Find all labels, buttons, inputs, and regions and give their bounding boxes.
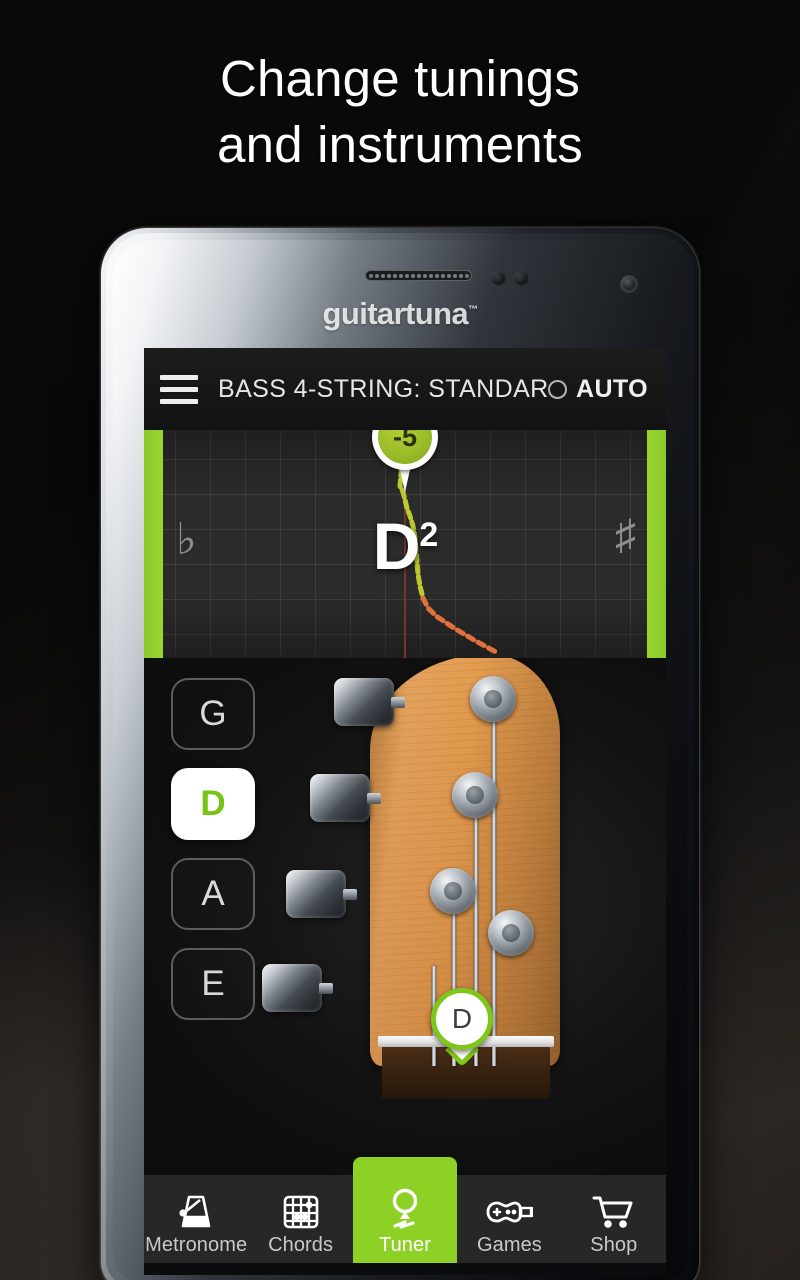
tuning-title[interactable]: BASS 4-STRING: STANDAR: [214, 375, 548, 404]
string-button-g-label: G: [199, 694, 227, 733]
nav-label-metronome: Metronome: [145, 1234, 248, 1256]
guitar-game-icon: [484, 1188, 534, 1232]
auto-label: AUTO: [576, 374, 648, 403]
nav-item-tuner[interactable]: Tuner: [352, 1157, 458, 1263]
tuner-pin-icon: [384, 1188, 426, 1232]
nav-item-games[interactable]: Games: [457, 1175, 561, 1263]
nav-item-chords[interactable]: Chords: [248, 1175, 352, 1263]
tuning-peg-3[interactable]: [430, 868, 476, 914]
headline-line-2: and instruments: [217, 116, 583, 174]
promo-headline: Change tunings and instruments: [0, 46, 800, 179]
tuning-peg-1[interactable]: [470, 676, 516, 722]
shopping-cart-icon: [591, 1188, 637, 1232]
light-sensor-icon: [514, 271, 529, 286]
string-button-d-label: D: [200, 784, 226, 823]
speaker-grille-icon: [365, 270, 472, 281]
string-pin-label: D: [431, 988, 493, 1050]
string-button-d[interactable]: D: [171, 768, 255, 840]
headline-line-1: Change tunings: [219, 50, 581, 107]
nav-item-shop[interactable]: Shop: [562, 1175, 666, 1263]
string-button-e[interactable]: E: [171, 948, 255, 1020]
nav-label-chords: Chords: [268, 1234, 334, 1256]
string-button-a[interactable]: A: [171, 858, 255, 930]
metronome-icon: [175, 1188, 217, 1232]
tuner-key-2[interactable]: [310, 774, 381, 822]
tuner-key-4[interactable]: [262, 964, 333, 1012]
brand-trademark: ™: [468, 304, 478, 316]
nav-item-metronome[interactable]: Metronome: [144, 1175, 248, 1263]
device-brand-label: guitartuna™: [113, 296, 687, 332]
nav-label-shop: Shop: [590, 1234, 638, 1256]
phone-device: guitartuna™ BASS 4-STRING: STANDAR AUTO: [101, 228, 699, 1280]
app-screen: BASS 4-STRING: STANDAR AUTO ♭ ♯ D2 -5 D …: [144, 348, 666, 1263]
tuner-key-3[interactable]: [286, 870, 357, 918]
sharp-symbol-icon: ♯: [615, 513, 636, 559]
tuner-key-1[interactable]: [334, 678, 405, 726]
brand-text: guitartuna: [322, 296, 469, 331]
nav-label-games: Games: [476, 1234, 542, 1256]
nav-label-tuner: Tuner: [379, 1234, 432, 1256]
gauge-edge-bar-right: [647, 430, 666, 658]
string-button-a-label: A: [201, 874, 225, 913]
proximity-sensor-icon: [491, 271, 506, 286]
circle-ring-icon: [548, 379, 568, 399]
front-camera-icon: [621, 276, 637, 292]
active-string-pin: D: [431, 988, 493, 1067]
string-button-e-label: E: [201, 964, 225, 1003]
tuner-gauge: ♭ ♯ D2 -5: [144, 430, 666, 658]
flat-symbol-icon: ♭: [176, 515, 197, 564]
phone-bezel-inner: guitartuna™ BASS 4-STRING: STANDAR AUTO: [106, 233, 694, 1280]
tuning-peg-2[interactable]: [452, 772, 498, 818]
tuning-peg-4[interactable]: [488, 910, 534, 956]
string-button-g[interactable]: G: [171, 678, 255, 750]
string-selector-list: G D A E: [171, 678, 255, 1038]
screen-bottom-strip: [144, 1263, 666, 1275]
cents-pin-marker: -5: [372, 430, 438, 492]
hamburger-menu-icon[interactable]: [144, 348, 214, 430]
phone-front-face: guitartuna™ BASS 4-STRING: STANDAR AUTO: [113, 240, 687, 1280]
gauge-edge-bar-left: [144, 430, 163, 658]
app-header: BASS 4-STRING: STANDAR AUTO: [144, 348, 666, 430]
chord-grid-icon: [280, 1188, 322, 1232]
bottom-navigation-bar: Metronome Chords Tuner Games Shop: [144, 1157, 666, 1263]
auto-toggle-button[interactable]: AUTO: [548, 375, 666, 404]
instrument-area: D G D A E Metronome Chords Tuner Games S…: [144, 658, 666, 1263]
